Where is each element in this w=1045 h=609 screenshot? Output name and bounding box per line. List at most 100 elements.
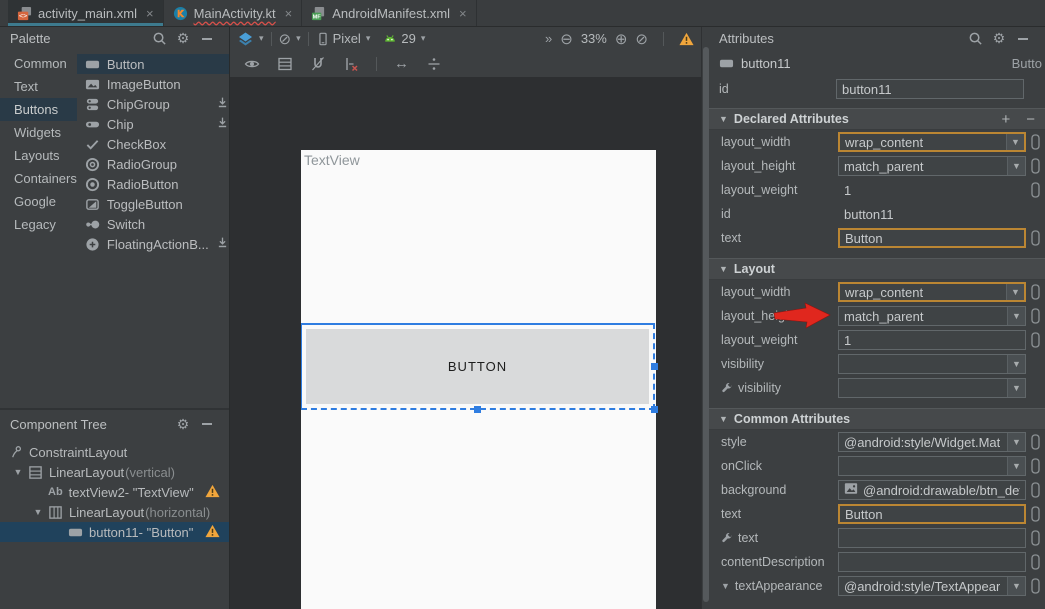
orientation-selector[interactable]: ⊘▾ <box>279 30 301 48</box>
api-selector[interactable]: 29▾ <box>382 31 425 46</box>
canvas-scrollbar[interactable] <box>701 27 709 609</box>
textappearance-dropdown[interactable]: @android:style/TextAppear▼ <box>838 576 1026 596</box>
gear-icon[interactable]: ⚙ <box>171 29 195 49</box>
search-icon[interactable] <box>963 29 987 49</box>
resource-flag-icon[interactable] <box>1031 158 1040 174</box>
palette-item-radiobutton[interactable]: RadioButton <box>77 174 229 194</box>
palette-item-checkbox[interactable]: CheckBox <box>77 134 229 154</box>
dropdown-arrow-icon[interactable]: ▼ <box>1007 457 1025 475</box>
palette-item-chip[interactable]: Chip <box>77 114 229 134</box>
dropdown-arrow-icon[interactable]: ▼ <box>1007 307 1025 325</box>
clear-constraints-icon[interactable] <box>343 56 359 72</box>
tree-item-button11-button[interactable]: button11- "Button" <box>0 522 229 542</box>
expander-icon[interactable]: ▼ <box>28 507 48 517</box>
expander-icon[interactable]: ▼ <box>8 467 28 477</box>
palette-category-text[interactable]: Text <box>0 75 77 98</box>
tab-androidmanifest-xml[interactable]: MFAndroidManifest.xml× <box>302 0 476 26</box>
add-attribute-button[interactable]: + <box>1001 111 1010 128</box>
tree-item-linearlayout[interactable]: ▼LinearLayout(vertical) <box>0 462 229 482</box>
palette-item-togglebutton[interactable]: ToggleButton <box>77 194 229 214</box>
background-field[interactable]: @android:drawable/btn_defau <box>838 480 1026 500</box>
tab-activity-main-xml[interactable]: <>activity_main.xml× <box>8 0 164 26</box>
palette-category-containers[interactable]: Containers <box>0 167 77 190</box>
device-selector[interactable]: Pixel▾ <box>316 31 371 47</box>
id-field[interactable]: button11 <box>836 79 1024 99</box>
layout-width-dropdown[interactable]: wrap_content▼ <box>838 282 1026 302</box>
dropdown-arrow-icon[interactable]: ▼ <box>1006 284 1024 300</box>
resource-flag-icon[interactable] <box>1031 308 1040 324</box>
minimize-icon[interactable] <box>195 29 219 49</box>
gear-icon[interactable]: ⚙ <box>987 29 1011 49</box>
layout-height-dropdown[interactable]: match_parent▼ <box>838 156 1026 176</box>
autoconnect-off-magnet-icon[interactable] <box>310 56 326 72</box>
download-icon[interactable] <box>216 236 229 249</box>
resource-flag-icon[interactable] <box>1031 230 1040 246</box>
resource-flag-icon[interactable] <box>1031 530 1040 546</box>
dropdown-arrow-icon[interactable]: ▼ <box>1007 355 1025 373</box>
palette-item-floatingactionb[interactable]: FloatingActionB... <box>77 234 229 254</box>
palette-category-common[interactable]: Common <box>0 52 77 75</box>
view-options-eye-icon[interactable] <box>244 56 260 72</box>
palette-category-layouts[interactable]: Layouts <box>0 144 77 167</box>
layout-weight-field[interactable]: 1 <box>838 330 1026 350</box>
close-icon[interactable]: × <box>146 6 154 21</box>
visibility-dropdown[interactable]: ▼ <box>838 354 1026 374</box>
resource-flag-icon[interactable] <box>1031 554 1040 570</box>
download-icon[interactable] <box>216 116 229 129</box>
resource-flag-icon[interactable] <box>1031 482 1040 498</box>
palette-category-google[interactable]: Google <box>0 190 77 213</box>
resource-flag-icon[interactable] <box>1031 332 1040 348</box>
zoom-fit-icon[interactable]: ⊘ <box>635 30 648 48</box>
onclick-dropdown[interactable]: ▼ <box>838 456 1026 476</box>
resource-flag-icon[interactable] <box>1031 284 1040 300</box>
dropdown-arrow-icon[interactable]: ▼ <box>1007 157 1025 175</box>
layout-width-dropdown[interactable]: wrap_content▼ <box>838 132 1026 152</box>
text-field[interactable]: Button <box>838 504 1026 524</box>
download-icon[interactable] <box>216 96 229 109</box>
dropdown-arrow-icon[interactable]: ▼ <box>1007 577 1025 595</box>
dropdown-arrow-icon[interactable]: ▼ <box>1007 379 1025 397</box>
default-margins-icon[interactable]: ↔ <box>394 55 409 72</box>
style-dropdown[interactable]: @android:style/Widget.Mat▼ <box>838 432 1026 452</box>
section-header-common-attributes[interactable]: ▼Common Attributes <box>709 408 1045 430</box>
close-icon[interactable]: × <box>285 6 293 21</box>
resource-flag-icon[interactable] <box>1031 134 1040 150</box>
zoom-in-icon[interactable]: ⊕ <box>615 30 628 48</box>
close-icon[interactable]: × <box>459 6 467 21</box>
minimize-icon[interactable] <box>195 414 219 434</box>
text-field[interactable] <box>838 528 1026 548</box>
layout-table-icon[interactable] <box>277 56 293 72</box>
search-icon[interactable] <box>147 29 171 49</box>
palette-item-radiogroup[interactable]: RadioGroup <box>77 154 229 174</box>
resource-flag-icon[interactable] <box>1031 506 1040 522</box>
dropdown-arrow-icon[interactable]: ▼ <box>1006 134 1024 150</box>
resource-flag-icon[interactable] <box>1031 182 1040 198</box>
resize-handle-right[interactable] <box>651 363 658 370</box>
resource-flag-icon[interactable] <box>1031 578 1040 594</box>
zoom-out-icon[interactable]: ⊖ <box>560 30 573 48</box>
palette-item-switch[interactable]: Switch <box>77 214 229 234</box>
tree-item-linearlayout[interactable]: ▼LinearLayout(horizontal) <box>0 502 229 522</box>
text-field[interactable]: Button <box>838 228 1026 248</box>
contentdescription-field[interactable] <box>838 552 1026 572</box>
resize-handle-bottom[interactable] <box>474 406 481 413</box>
tree-item-textview2-textview[interactable]: AbtextView2- "TextView" <box>0 482 229 502</box>
tab-mainactivity-kt[interactable]: MainActivity.kt× <box>164 0 303 26</box>
resource-flag-icon[interactable] <box>1031 434 1040 450</box>
distribute-icon[interactable] <box>426 56 442 72</box>
canvas-button[interactable]: BUTTON <box>306 329 649 404</box>
remove-attribute-button[interactable]: − <box>1026 111 1035 128</box>
gear-icon[interactable]: ⚙ <box>171 414 195 434</box>
resource-flag-icon[interactable] <box>1031 458 1040 474</box>
design-surface-selector[interactable]: ▾ <box>237 31 264 47</box>
palette-category-legacy[interactable]: Legacy <box>0 213 77 236</box>
canvas-textview[interactable]: TextView <box>304 152 360 168</box>
palette-category-buttons[interactable]: Buttons <box>0 98 77 121</box>
section-header-declared-attributes[interactable]: ▼Declared Attributes+− <box>709 108 1045 130</box>
resize-handle-corner[interactable] <box>651 406 658 413</box>
palette-item-chipgroup[interactable]: ChipGroup <box>77 94 229 114</box>
palette-item-button[interactable]: Button <box>77 54 229 74</box>
dropdown-arrow-icon[interactable]: ▼ <box>1007 433 1025 451</box>
palette-category-widgets[interactable]: Widgets <box>0 121 77 144</box>
section-header-layout[interactable]: ▼Layout <box>709 258 1045 280</box>
